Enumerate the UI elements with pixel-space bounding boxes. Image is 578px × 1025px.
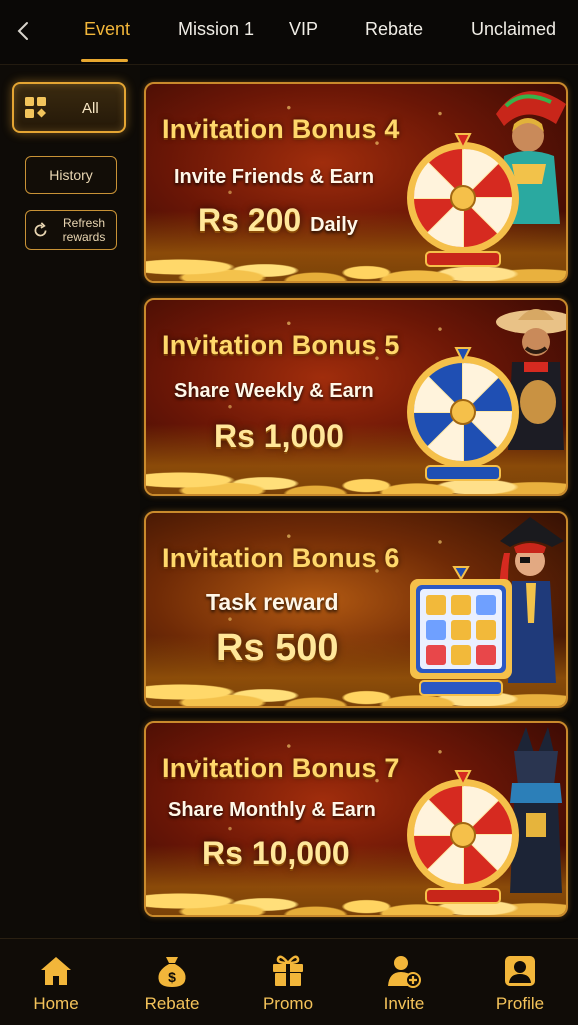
prize-wheel-illustration [407, 133, 519, 267]
top-tab-bar: Event Mission 1 VIP Rebate Unclaimed [0, 0, 578, 64]
banner-amount: Rs 500 [216, 627, 339, 670]
nav-profile[interactable]: Profile [470, 939, 570, 1025]
banner-subtitle: Task reward [206, 589, 339, 615]
banner-amount-value: Rs 10,000 [202, 835, 350, 871]
slot-machine-illustration [410, 566, 512, 696]
nav-promo[interactable]: Promo [238, 939, 338, 1025]
banner-amount-value: Rs 200 [198, 202, 302, 238]
banner-title: Invitation Bonus 5 [162, 330, 400, 360]
banner-amount: Rs 10,000 [202, 835, 350, 872]
add-user-icon [388, 956, 421, 988]
banner-amount: Rs 1,000 [214, 418, 344, 455]
home-icon [41, 957, 71, 985]
banner-subtitle: Share Monthly & Earn [168, 799, 376, 821]
grid-icon [25, 97, 46, 118]
banner-title: Invitation Bonus 4 [162, 114, 400, 144]
refresh-rewards-button[interactable]: Refresh rewards [25, 210, 117, 250]
nav-label: Profile [495, 994, 545, 1013]
nav-invite[interactable]: Invite [354, 939, 454, 1025]
banner-amount-suffix: Daily [310, 214, 358, 236]
money-bag-icon: $ [158, 957, 186, 987]
banner-amount-value: Rs 500 [216, 627, 339, 669]
nav-label: Invite [383, 994, 425, 1013]
tab-vip[interactable]: VIP [289, 19, 318, 40]
nav-label: Rebate [144, 994, 200, 1013]
bottom-nav: Home $ Rebate Promo Invite Profile [0, 938, 578, 1025]
gift-icon [273, 955, 303, 986]
sidebar [0, 65, 140, 938]
refresh-rewards-label: Refresh rewards [62, 216, 106, 244]
chevron-left-icon [17, 22, 28, 40]
back-button[interactable] [12, 18, 34, 44]
tab-rebate[interactable]: Rebate [365, 19, 423, 40]
tab-event[interactable]: Event [84, 19, 130, 40]
svg-text:$: $ [168, 969, 176, 985]
banner-subtitle: Invite Friends & Earn [174, 166, 375, 188]
tab-unclaimed[interactable]: Unclaimed [471, 19, 556, 40]
banner-subtitle: Share Weekly & Earn [174, 380, 374, 402]
prize-wheel-illustration [407, 347, 519, 481]
nav-rebate[interactable]: $ Rebate [122, 939, 222, 1025]
sidebar-item-all[interactable]: All [12, 82, 126, 133]
active-tab-indicator [81, 59, 128, 62]
sidebar-item-label: All [82, 100, 99, 117]
banner-invitation-bonus-4[interactable]: Invitation Bonus 4 Invite Friends & Earn… [144, 82, 568, 283]
nav-label: Home [33, 994, 79, 1013]
profile-icon [505, 956, 535, 986]
history-button[interactable]: History [25, 156, 117, 194]
banner-amount-value: Rs 1,000 [214, 418, 344, 454]
banner-amount: Rs 200 Daily [198, 202, 358, 239]
banner-title: Invitation Bonus 6 [162, 543, 400, 573]
nav-home[interactable]: Home [6, 939, 106, 1025]
tab-mission-1[interactable]: Mission 1 [178, 19, 254, 40]
banner-title: Invitation Bonus 7 [162, 753, 400, 783]
prize-wheel-illustration [407, 770, 519, 904]
banner-invitation-bonus-5[interactable]: Invitation Bonus 5 Share Weekly & Earn R… [144, 298, 568, 496]
nav-label: Promo [262, 994, 314, 1013]
banner-invitation-bonus-7[interactable]: Invitation Bonus 7 Share Monthly & Earn … [144, 721, 568, 917]
banner-invitation-bonus-6[interactable]: Invitation Bonus 6 Task reward Rs 500 [144, 511, 568, 708]
refresh-icon [34, 222, 47, 237]
